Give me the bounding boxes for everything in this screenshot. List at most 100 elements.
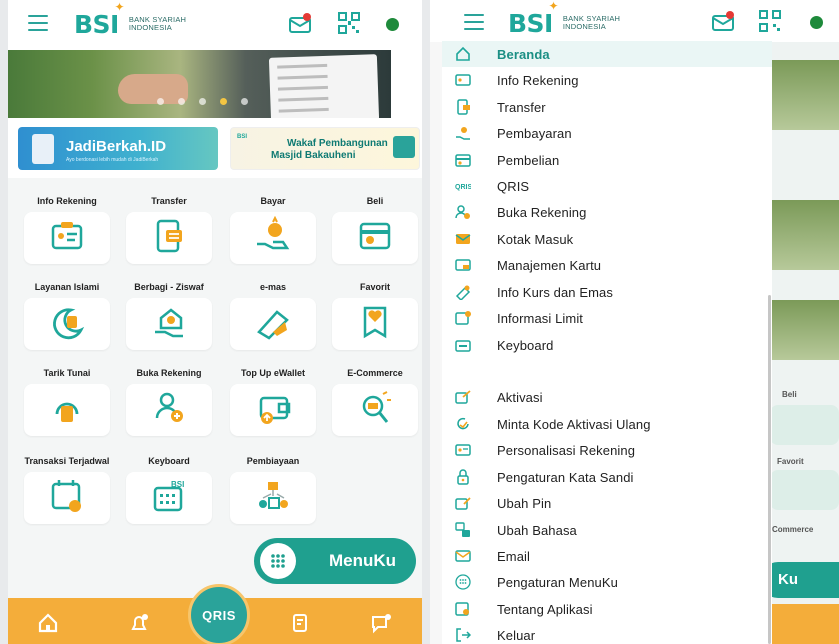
- jadiberkah-promo[interactable]: JadiBerkah.ID Ayo berdonasi lebih mudah …: [18, 127, 218, 170]
- menu-tile-button[interactable]: [332, 212, 418, 264]
- qris-button[interactable]: QRIS: [188, 584, 250, 644]
- wakaf-promo[interactable]: BSI Wakaf Pembangunan Masjid Bakauheni: [230, 127, 420, 170]
- info-rekening-icon: [446, 72, 480, 88]
- drawer-item[interactable]: Ubah Pin: [442, 490, 772, 516]
- menu-tile-label: Tarik Tunai: [43, 368, 91, 378]
- notification-bell-icon[interactable]: [128, 612, 150, 634]
- menu-tile-button[interactable]: [230, 384, 316, 436]
- menu-tile[interactable]: Pembiayaan: [230, 450, 316, 524]
- menu-tile-button[interactable]: [126, 384, 212, 436]
- menu-tile-button[interactable]: [230, 212, 316, 264]
- hamburger-menu-icon[interactable]: [464, 14, 484, 30]
- menu-tile[interactable]: Top Up eWallet: [230, 362, 316, 436]
- drawer-scrollbar[interactable]: [768, 295, 771, 644]
- menu-tile[interactable]: e-mas: [230, 276, 316, 350]
- menu-tile[interactable]: Info Rekening: [24, 190, 110, 264]
- drawer-item[interactable]: Buka Rekening: [442, 199, 772, 225]
- drawer-item[interactable]: Informasi Limit: [442, 305, 772, 331]
- promo-banner[interactable]: [8, 50, 391, 118]
- menu-tile-button[interactable]: [332, 384, 418, 436]
- history-icon[interactable]: [290, 612, 312, 634]
- menu-tile-button[interactable]: BSI: [126, 472, 212, 524]
- chat-icon[interactable]: [370, 612, 392, 634]
- menu-tile-button[interactable]: [24, 384, 110, 436]
- menu-tile-button[interactable]: [230, 298, 316, 350]
- drawer-item[interactable]: Transfer: [442, 94, 772, 120]
- menu-tile-label: e-mas: [259, 282, 286, 292]
- drawer-item-label: Minta Kode Aktivasi Ulang: [497, 416, 651, 432]
- menuku-icon: [446, 574, 480, 590]
- drawer-item[interactable]: Manajemen Kartu: [442, 252, 772, 278]
- menu-tile-button[interactable]: [24, 298, 110, 350]
- drawer-item[interactable]: Pembelian: [442, 147, 772, 173]
- pagination-dot[interactable]: [178, 98, 185, 105]
- drawer-item[interactable]: Keluar: [442, 622, 772, 644]
- menu-tile-button[interactable]: [24, 212, 110, 264]
- qr-scan-icon[interactable]: [758, 10, 782, 32]
- menu-tile[interactable]: Buka Rekening: [126, 362, 212, 436]
- drawer-item[interactable]: Pengaturan MenuKu: [442, 569, 772, 595]
- drawer-item[interactable]: Email: [442, 543, 772, 569]
- pagination-dot-active[interactable]: [220, 98, 227, 105]
- hamburger-menu-icon[interactable]: [28, 15, 48, 31]
- drawer-item[interactable]: QRIS QRIS: [442, 173, 772, 199]
- refresh-icon: [446, 416, 480, 432]
- menu-tile-button[interactable]: [126, 298, 212, 350]
- promo-line2: Masjid Bakauheni: [271, 150, 356, 161]
- menu-tile[interactable]: Berbagi - Ziswaf: [126, 276, 212, 350]
- menu-tile[interactable]: Tarik Tunai: [24, 362, 110, 436]
- menu-tile[interactable]: Favorit: [332, 276, 418, 350]
- menu-tile[interactable]: E-Commerce: [332, 362, 418, 436]
- menu-tile-button[interactable]: [126, 212, 212, 264]
- qr-scan-icon[interactable]: [337, 12, 361, 34]
- drawer-item[interactable]: Personalisasi Rekening: [442, 437, 772, 463]
- menu-tile[interactable]: Beli: [332, 190, 418, 264]
- info-icon: [446, 601, 480, 617]
- drawer-item[interactable]: Minta Kode Aktivasi Ulang: [442, 411, 772, 437]
- drawer-item[interactable]: Beranda: [442, 41, 772, 67]
- drawer-item-label: Pengaturan Kata Sandi: [497, 469, 634, 485]
- home-icon[interactable]: [37, 612, 59, 634]
- beli-icon: [355, 216, 395, 261]
- menu-tile[interactable]: Layanan Islami: [24, 276, 110, 350]
- banner-document-image: [268, 54, 380, 118]
- menu-tile-button[interactable]: [24, 472, 110, 524]
- drawer-item[interactable]: Pembayaran: [442, 120, 772, 146]
- drawer-item[interactable]: Ubah Bahasa: [442, 517, 772, 543]
- inbox-icon[interactable]: [711, 10, 735, 32]
- status-dot: [810, 16, 823, 29]
- drawer-item[interactable]: Keyboard: [442, 332, 772, 358]
- drawer-item[interactable]: Pengaturan Kata Sandi: [442, 464, 772, 490]
- pagination-dot[interactable]: [157, 98, 164, 105]
- kotak-masuk-icon: [446, 231, 480, 247]
- menu-tile-label: Bayar: [260, 196, 286, 206]
- inbox-icon[interactable]: [288, 12, 312, 34]
- menu-tile[interactable]: Bayar: [230, 190, 316, 264]
- drawer-item[interactable]: Info Rekening: [442, 67, 772, 93]
- transfer-icon: [446, 99, 480, 115]
- home-icon: [446, 46, 480, 62]
- menuku-button[interactable]: MenuKu: [254, 538, 416, 584]
- banner-pagination[interactable]: [157, 98, 248, 105]
- menu-tile[interactable]: Transfer: [126, 190, 212, 264]
- menu-tile-label: Info Rekening: [37, 196, 97, 206]
- bg-label-favorit: Favorit: [777, 457, 804, 466]
- drawer-item[interactable]: Info Kurs dan Emas: [442, 279, 772, 305]
- drawer-item-label: Tentang Aplikasi: [497, 601, 593, 617]
- menu-tile[interactable]: Transaksi Terjadwal: [24, 450, 110, 524]
- e-commerce-icon: [355, 388, 395, 433]
- pagination-dot[interactable]: [199, 98, 206, 105]
- pembiayaan-icon: [253, 476, 293, 521]
- drawer-item-label: Kotak Masuk: [497, 231, 574, 247]
- menu-tile[interactable]: Keyboard BSI: [126, 450, 212, 524]
- drawer-item[interactable]: Kotak Masuk: [442, 226, 772, 252]
- favorit-icon: [355, 302, 395, 347]
- keyboard-icon: BSI: [149, 476, 189, 521]
- drawer-item[interactable]: Tentang Aplikasi: [442, 596, 772, 622]
- drawer-item[interactable]: Aktivasi: [442, 384, 772, 410]
- menu-tile-button[interactable]: [332, 298, 418, 350]
- pagination-dot[interactable]: [241, 98, 248, 105]
- info-kurs-icon: [446, 284, 480, 300]
- menu-tile-button[interactable]: [230, 472, 316, 524]
- logo-brand: BSI: [74, 9, 119, 39]
